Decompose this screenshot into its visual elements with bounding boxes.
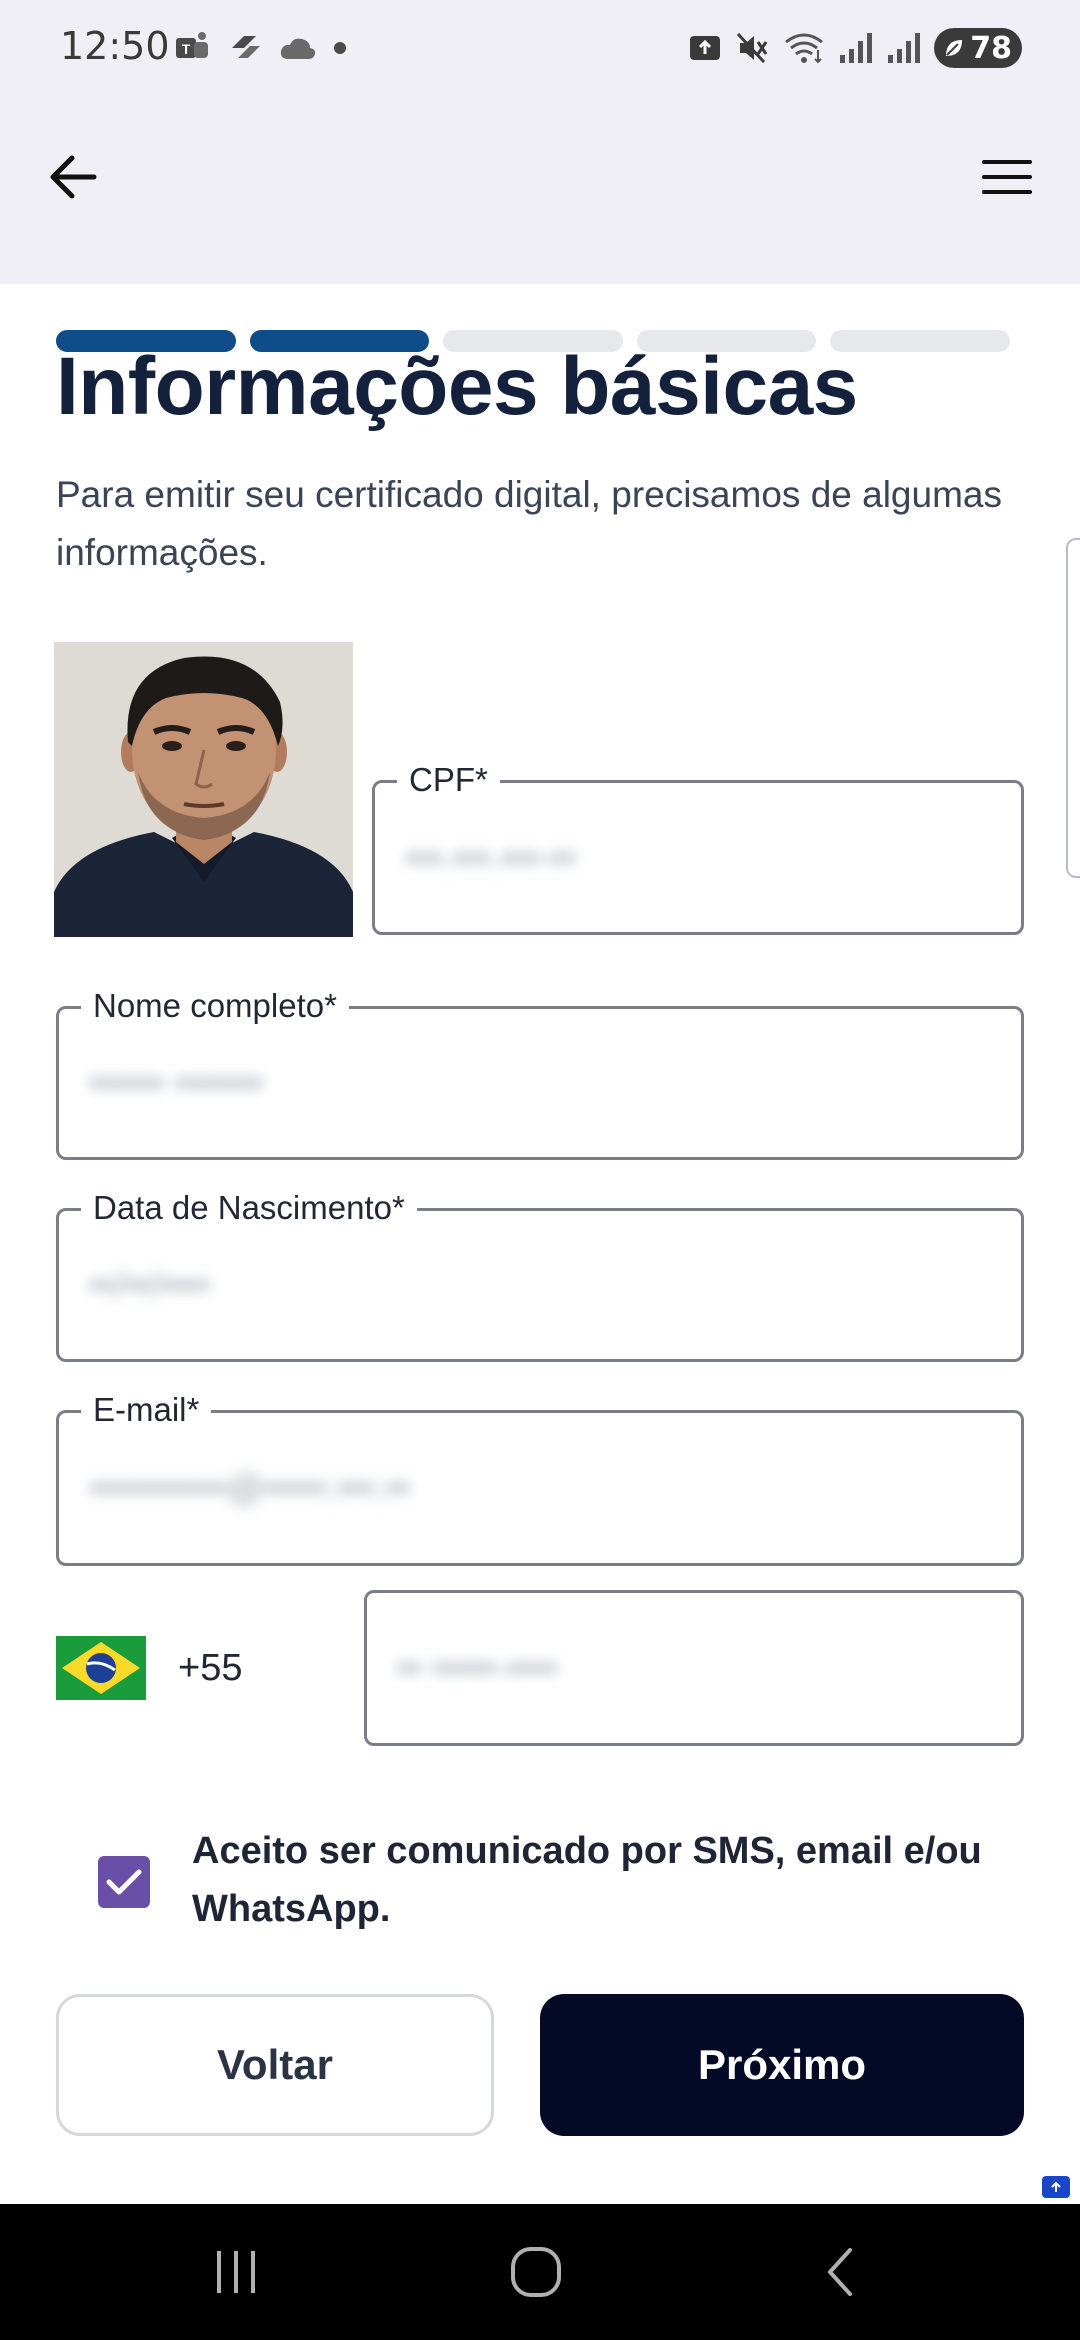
top-app-area: 12:50 T 78 <box>0 0 1080 284</box>
consent-checkbox[interactable] <box>98 1856 150 1908</box>
back-step-button[interactable]: Voltar <box>56 1994 494 2136</box>
home-button[interactable] <box>496 2234 576 2310</box>
status-left-icons: T <box>174 28 348 68</box>
full-name-label: Nome completo* <box>81 983 349 1029</box>
page-subtitle: Para emitir seu certificado digital, pre… <box>56 474 1002 573</box>
system-navigation-bar <box>0 2204 1080 2340</box>
page-title: Informações básicas <box>56 341 858 432</box>
cpf-label: CPF* <box>397 757 500 803</box>
dial-code: +55 <box>178 1646 243 1689</box>
battery-level: 78 <box>970 30 1012 66</box>
next-step-button[interactable]: Próximo <box>540 1994 1024 2136</box>
email-field[interactable]: E-mail* •••••••••••@•••••.•••.•• <box>56 1387 1024 1566</box>
home-icon <box>511 2247 561 2297</box>
consent-row[interactable]: Aceito ser comunicado por SMS, email e/o… <box>98 1822 1028 1938</box>
birth-date-label: Data de Nascimento* <box>81 1185 417 1231</box>
consent-label: Aceito ser comunicado por SMS, email e/o… <box>192 1830 982 1930</box>
recent-apps-button[interactable] <box>196 2234 276 2310</box>
email-label: E-mail* <box>81 1387 212 1433</box>
status-time: 12:50 <box>60 24 170 68</box>
status-right-icons: 78 <box>688 26 1022 70</box>
signal-icon <box>840 33 873 63</box>
person-portrait-image <box>54 642 353 937</box>
system-back-button[interactable] <box>800 2234 880 2310</box>
flow-icon <box>232 36 260 58</box>
chevron-left-icon <box>828 2248 852 2296</box>
phone-value: •• •••••-•••• <box>397 1647 558 1688</box>
side-drawer-handle[interactable] <box>1066 538 1080 878</box>
hamburger-menu-icon <box>982 160 1032 194</box>
checkmark-icon <box>106 1869 142 1895</box>
upload-badge-icon <box>1042 2176 1070 2198</box>
wifi-icon <box>785 33 824 64</box>
mute-icon <box>737 32 768 64</box>
svg-text:T: T <box>182 41 191 57</box>
leaf-icon <box>946 40 963 56</box>
arrow-left-icon <box>50 155 97 199</box>
email-value: •••••••••••@•••••.•••.•• <box>89 1467 411 1508</box>
full-name-field[interactable]: Nome completo* •••••• ••••••• <box>56 983 1024 1160</box>
cpf-field[interactable]: CPF* •••.•••.•••-•• <box>372 757 1024 935</box>
recent-apps-icon <box>217 2251 255 2293</box>
birth-date-field[interactable]: Data de Nascimento* ••/••/•••• <box>56 1185 1024 1362</box>
battery-indicator: 78 <box>934 28 1022 68</box>
menu-button[interactable] <box>974 144 1040 210</box>
cpf-value: •••.•••.•••-•• <box>405 836 576 878</box>
signal-icon <box>888 33 921 63</box>
status-bar: 12:50 T 78 <box>0 0 1080 96</box>
full-name-value: •••••• ••••••• <box>89 1062 263 1103</box>
dot-icon <box>334 42 346 54</box>
phone-field[interactable]: •• •••••-•••• <box>364 1590 1024 1746</box>
upload-icon <box>690 36 721 60</box>
cloud-icon <box>280 38 316 59</box>
teams-icon: T <box>176 32 208 58</box>
back-button[interactable] <box>40 144 106 210</box>
birth-date-value: ••/••/•••• <box>89 1264 210 1305</box>
country-code-selector[interactable]: +55 <box>56 1636 242 1700</box>
brazil-flag-icon <box>56 1636 146 1700</box>
profile-photo[interactable] <box>54 642 353 937</box>
